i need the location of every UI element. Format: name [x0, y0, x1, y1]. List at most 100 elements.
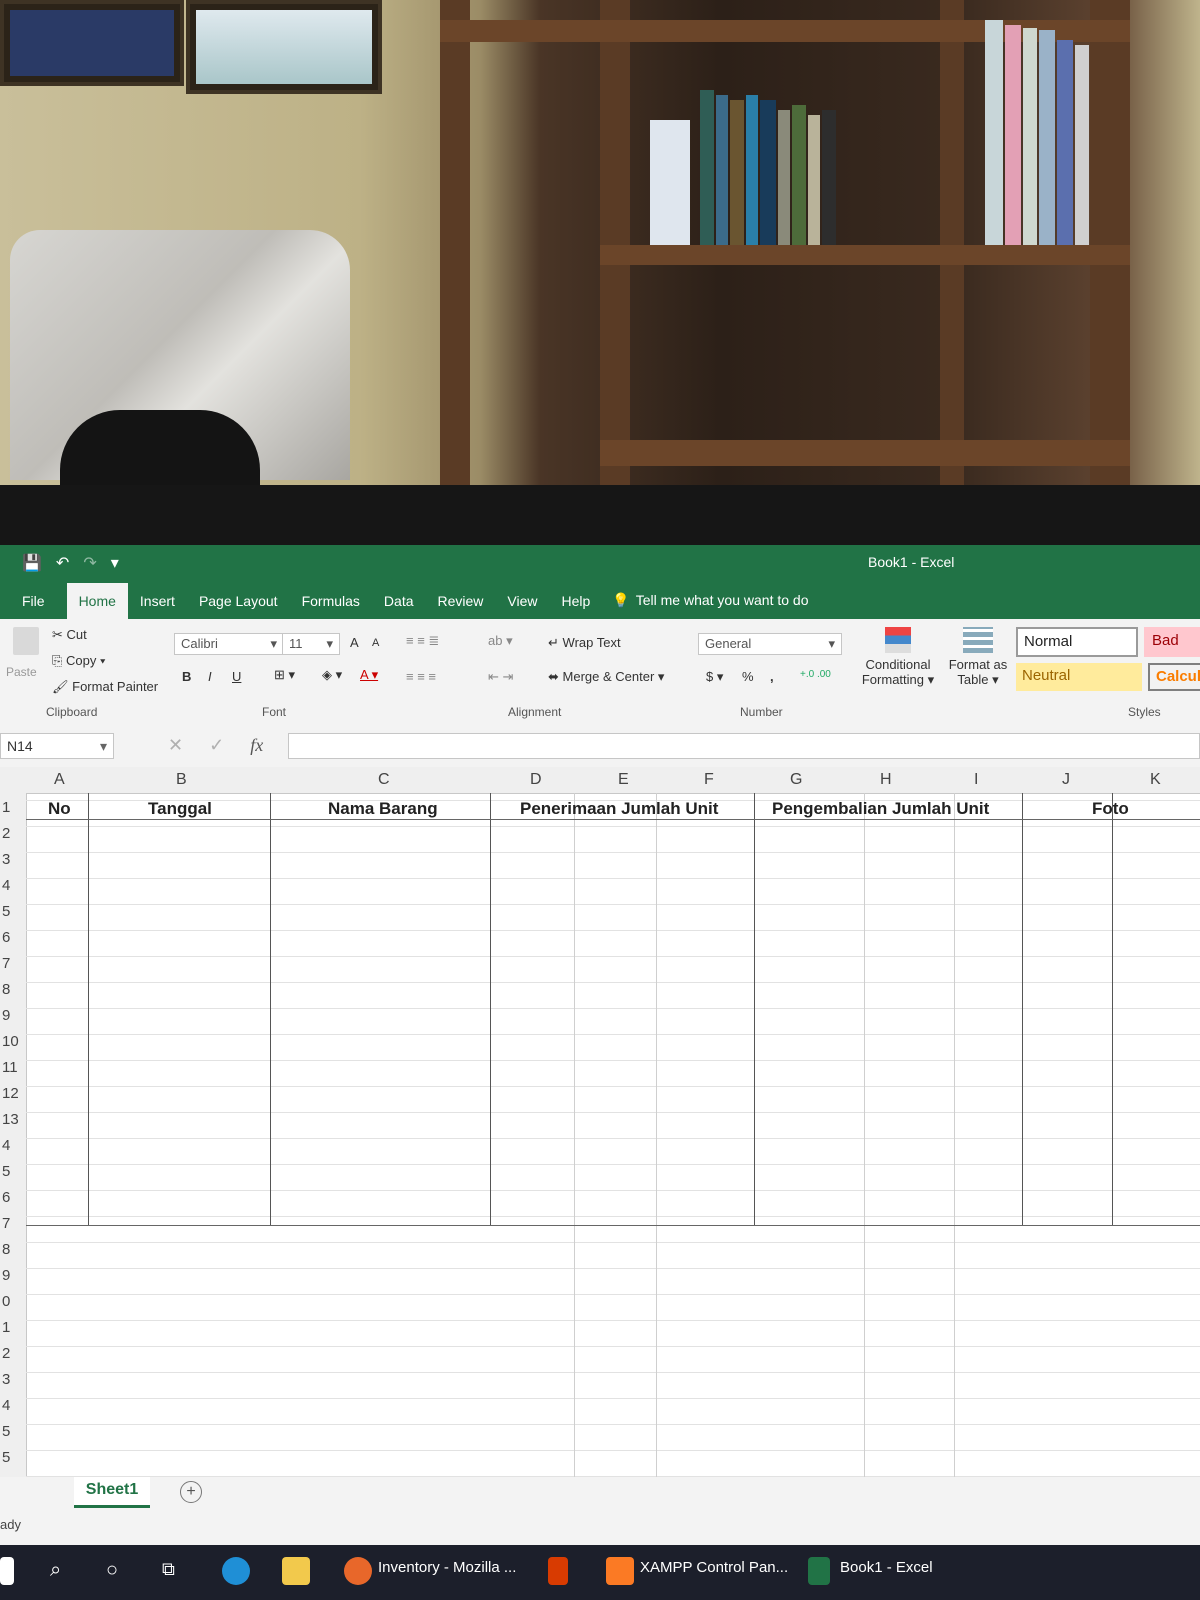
tab-page-layout[interactable]: Page Layout: [187, 593, 290, 619]
add-sheet-icon[interactable]: +: [180, 1481, 202, 1503]
cut-button[interactable]: ✂ Cut: [52, 627, 87, 643]
tab-formulas[interactable]: Formulas: [290, 593, 372, 619]
currency-button[interactable]: $ ▾: [706, 669, 723, 685]
paste-button[interactable]: Paste: [6, 627, 46, 687]
row-header[interactable]: 5: [2, 1449, 10, 1466]
header-penerimaan[interactable]: Penerimaan Jumlah Unit: [520, 799, 718, 819]
row-header[interactable]: 8: [2, 1241, 10, 1258]
row-header[interactable]: 11: [2, 1059, 18, 1076]
header-foto[interactable]: Foto: [1092, 799, 1129, 819]
column-header-c[interactable]: C: [378, 771, 390, 789]
search-icon[interactable]: ⌕: [50, 1559, 61, 1582]
tab-file[interactable]: File: [0, 593, 57, 619]
column-header-e[interactable]: E: [618, 771, 629, 789]
tab-review[interactable]: Review: [426, 593, 496, 619]
name-box[interactable]: N14 ▾: [0, 733, 114, 759]
row-header[interactable]: 3: [2, 851, 10, 868]
row-header[interactable]: 6: [2, 1189, 10, 1206]
column-header-d[interactable]: D: [530, 771, 542, 789]
copy-button[interactable]: ⎘ Copy ▾: [52, 653, 105, 669]
enter-icon[interactable]: ✓: [209, 735, 224, 756]
format-as-table-button[interactable]: Format as Table ▾: [944, 627, 1012, 688]
wrap-text-button[interactable]: ↵ Wrap Text: [548, 635, 621, 651]
cancel-icon[interactable]: ✕: [168, 735, 183, 756]
conditional-formatting-button[interactable]: Conditional Formatting ▾: [858, 627, 938, 688]
comma-button[interactable]: ,: [770, 669, 774, 684]
decrease-font-icon[interactable]: A: [372, 637, 379, 649]
align-center-icon[interactable]: ≡ ≡ ≡: [406, 669, 436, 684]
file-explorer-icon[interactable]: [282, 1557, 310, 1585]
column-header-g[interactable]: G: [790, 771, 802, 789]
borders-icon[interactable]: ⊞ ▾: [274, 667, 295, 683]
firefox-icon[interactable]: [344, 1557, 372, 1585]
italic-button[interactable]: I: [208, 669, 212, 684]
row-header[interactable]: 2: [2, 1345, 10, 1362]
tab-view[interactable]: View: [495, 593, 549, 619]
row-header[interactable]: 8: [2, 981, 10, 998]
cell-area[interactable]: No Tanggal Nama Barang Penerimaan Jumlah…: [26, 793, 1200, 1477]
style-normal[interactable]: Normal: [1016, 627, 1138, 657]
fill-color-icon[interactable]: ◈ ▾: [322, 667, 342, 683]
column-header-a[interactable]: A: [54, 771, 65, 789]
column-header-i[interactable]: I: [974, 771, 978, 789]
bold-button[interactable]: B: [182, 669, 191, 684]
row-header[interactable]: 0: [2, 1293, 10, 1310]
decimal-icons[interactable]: +.0 .00: [800, 669, 831, 680]
row-header[interactable]: 1: [2, 1319, 10, 1336]
merge-center-button[interactable]: ⬌ Merge & Center ▾: [548, 669, 664, 685]
header-no[interactable]: No: [48, 799, 71, 819]
column-header-j[interactable]: J: [1062, 771, 1070, 789]
style-neutral[interactable]: Neutral: [1016, 663, 1142, 691]
edge-icon[interactable]: [222, 1557, 250, 1585]
redo-icon[interactable]: ↷: [83, 553, 96, 573]
number-format-select[interactable]: General ▾: [698, 633, 842, 655]
increase-font-icon[interactable]: A: [350, 635, 359, 650]
column-header-f[interactable]: F: [704, 771, 714, 789]
taskbar-xampp-label[interactable]: XAMPP Control Pan...: [640, 1559, 788, 1576]
underline-button[interactable]: U: [232, 669, 241, 684]
tab-home[interactable]: Home: [66, 583, 128, 619]
font-color-icon[interactable]: A ▾: [360, 667, 378, 683]
function-icon[interactable]: fx: [250, 735, 263, 756]
column-header-k[interactable]: K: [1150, 771, 1161, 789]
column-header-h[interactable]: H: [880, 771, 892, 789]
percent-button[interactable]: %: [742, 669, 754, 684]
style-bad[interactable]: Bad: [1144, 627, 1200, 657]
row-header[interactable]: 5: [2, 1423, 10, 1440]
row-header[interactable]: 4: [2, 1397, 10, 1414]
font-size-select[interactable]: 11 ▾: [282, 633, 340, 655]
xampp-icon[interactable]: [606, 1557, 634, 1585]
formula-input[interactable]: [288, 733, 1200, 759]
header-tanggal[interactable]: Tanggal: [148, 799, 212, 819]
cortana-icon[interactable]: ○: [106, 1559, 118, 1582]
align-top-icon[interactable]: ≡ ≡ ≣: [406, 633, 439, 649]
row-header[interactable]: 5: [2, 903, 10, 920]
row-header[interactable]: 13: [2, 1111, 19, 1128]
excel-icon[interactable]: [808, 1557, 830, 1585]
row-header[interactable]: 9: [2, 1267, 10, 1284]
customize-qat-icon[interactable]: ▾: [111, 553, 119, 573]
row-header[interactable]: 10: [2, 1033, 19, 1050]
row-header[interactable]: 9: [2, 1007, 10, 1024]
header-nama-barang[interactable]: Nama Barang: [328, 799, 438, 819]
task-view-icon[interactable]: ⧉: [162, 1559, 175, 1580]
indent-icon[interactable]: ⇤ ⇥: [488, 669, 513, 685]
row-header[interactable]: 7: [2, 1215, 10, 1232]
windows-start-icon[interactable]: [0, 1557, 14, 1585]
font-name-select[interactable]: Calibri ▾: [174, 633, 284, 655]
style-calculation[interactable]: Calcul: [1148, 663, 1200, 691]
column-header-b[interactable]: B: [176, 771, 187, 789]
row-header[interactable]: 5: [2, 1163, 10, 1180]
tab-data[interactable]: Data: [372, 593, 426, 619]
row-header[interactable]: 4: [2, 1137, 10, 1154]
taskbar-excel-label[interactable]: Book1 - Excel: [840, 1559, 933, 1576]
undo-icon[interactable]: ↶: [56, 553, 69, 573]
row-header[interactable]: 2: [2, 825, 10, 842]
orientation-icon[interactable]: ab ▾: [488, 633, 513, 649]
format-painter-button[interactable]: 🖌 Format Painter: [52, 679, 158, 695]
row-header[interactable]: 1: [2, 799, 10, 816]
tell-me-box[interactable]: 💡 Tell me what you want to do: [602, 592, 820, 619]
row-header[interactable]: 3: [2, 1371, 10, 1388]
row-header[interactable]: 6: [2, 929, 10, 946]
office-icon[interactable]: [548, 1557, 568, 1585]
